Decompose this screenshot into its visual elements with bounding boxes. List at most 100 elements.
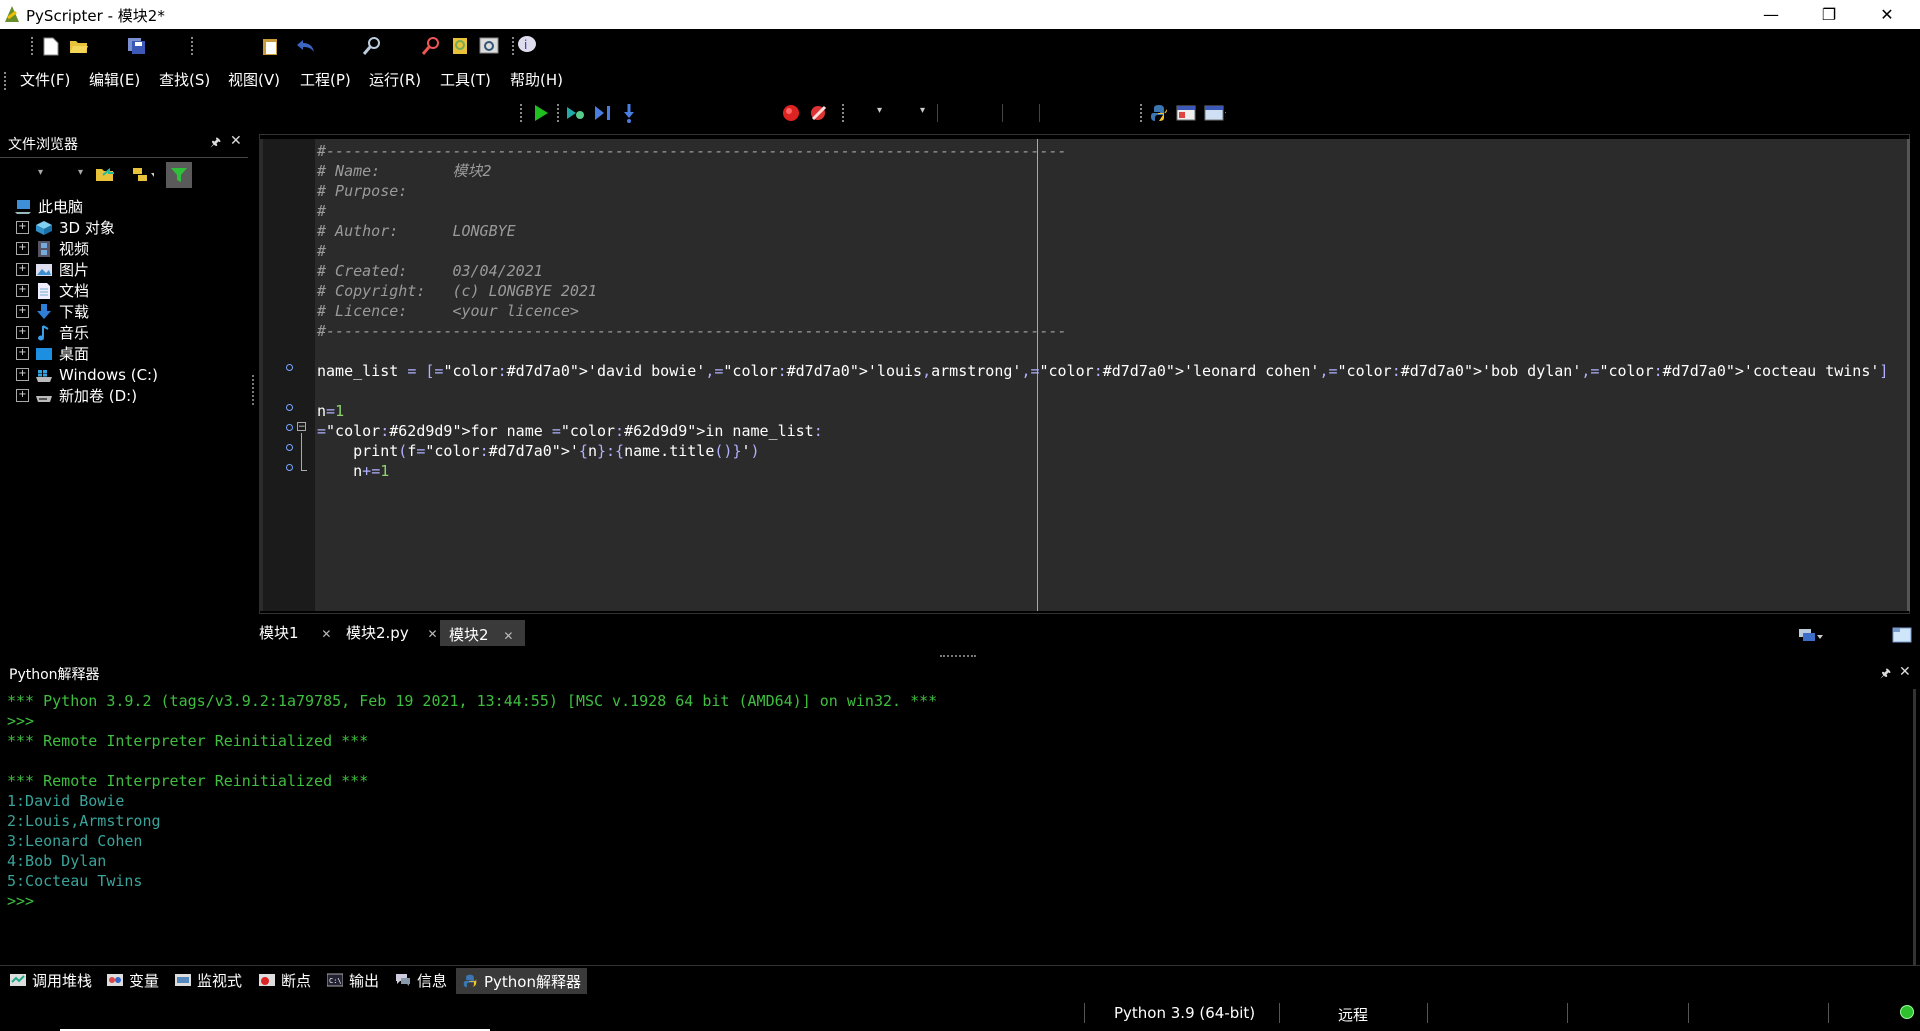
picture-icon (36, 263, 52, 276)
browse-folder-icon[interactable] (94, 163, 116, 185)
layouts-dropdown-icon[interactable] (1204, 102, 1226, 124)
status-divider (1279, 1003, 1280, 1023)
find-icon[interactable] (361, 35, 383, 57)
tree-item-label: 桌面 (59, 345, 90, 363)
status-divider (1084, 1003, 1085, 1023)
tree-root-label: 此电脑 (38, 198, 84, 216)
filter-icon[interactable] (166, 162, 192, 188)
replace-icon[interactable] (449, 35, 471, 57)
interpreter-line: *** Remote Interpreter Reinitialized *** (7, 732, 369, 750)
debug-icon[interactable] (564, 102, 586, 124)
tab-close-icon[interactable]: ✕ (428, 627, 438, 641)
line-marker (286, 444, 293, 451)
chevron-down-icon[interactable]: ▾ (38, 167, 43, 178)
breakpoint-icon[interactable] (780, 102, 802, 124)
expand-icon[interactable]: + (16, 221, 29, 234)
tab-close-icon[interactable]: ✕ (503, 629, 513, 643)
tree-item-pictures[interactable]: + 图片 (16, 259, 89, 280)
tree-item-desktop[interactable]: + 桌面 (16, 343, 89, 364)
menu-project[interactable]: 工程(P) (300, 69, 351, 90)
code-line: # Purpose: (317, 182, 408, 200)
tab-output[interactable]: C:\ 输出 (327, 968, 379, 992)
fold-collapse-icon[interactable]: − (297, 422, 306, 432)
expand-icon[interactable]: + (16, 326, 29, 339)
tree-item-drive-d[interactable]: + 新加卷 (D:) (16, 385, 137, 406)
open-file-icon[interactable] (68, 35, 90, 57)
tree-item-videos[interactable]: + 视频 (16, 238, 89, 259)
menu-help[interactable]: 帮助(H) (510, 69, 563, 90)
horizontal-splitter[interactable] (940, 655, 976, 657)
python-icon[interactable] (1148, 102, 1170, 124)
menu-run[interactable]: 运行(R) (369, 69, 421, 90)
expand-icon[interactable]: + (16, 368, 29, 381)
minimize-button[interactable]: — (1742, 0, 1800, 29)
folder-view-icon[interactable] (132, 163, 154, 185)
menu-edit[interactable]: 编辑(E) (89, 69, 140, 90)
step-into-icon[interactable] (618, 102, 640, 124)
menu-view[interactable]: 视图(V) (228, 69, 280, 90)
tab-call-stack[interactable]: 调用堆栈 (10, 968, 92, 992)
maximize-button[interactable]: ❐ (1800, 0, 1858, 29)
tree-item-drive-c[interactable]: + Windows (C:) (16, 364, 158, 385)
pin-icon[interactable]: 🖈 (210, 133, 221, 154)
tab-messages[interactable]: 信息 (395, 968, 447, 992)
expand-icon[interactable]: + (16, 305, 29, 318)
paste-icon[interactable] (259, 35, 281, 57)
expand-icon[interactable]: + (16, 242, 29, 255)
interpreter-line: 2:Louis,Armstrong (7, 812, 161, 830)
new-file-icon[interactable] (40, 35, 62, 57)
tab-breakpoints[interactable]: 断点 (259, 968, 311, 992)
tab-watches[interactable]: 监视式 (175, 968, 242, 992)
chevron-down-icon[interactable]: ▾ (877, 105, 882, 116)
pin-icon[interactable]: 🖈 (1880, 664, 1891, 685)
editor-tab-module2-active[interactable]: 模块2 ✕ (440, 620, 525, 646)
undo-icon[interactable] (295, 35, 317, 57)
tree-item-label: 文档 (59, 282, 90, 300)
menu-file[interactable]: 文件(F) (20, 69, 70, 90)
panel-divider (0, 157, 248, 158)
close-panel-icon[interactable]: ✕ (1899, 664, 1911, 680)
tree-item-music[interactable]: + 音乐 (16, 322, 89, 343)
vertical-splitter[interactable] (252, 375, 254, 405)
menu-tools[interactable]: 工具(T) (440, 69, 491, 90)
drive-windows-icon (36, 369, 52, 382)
chevron-down-icon[interactable]: ▾ (920, 105, 925, 116)
tab-close-icon[interactable]: ✕ (321, 627, 331, 641)
tree-root-this-pc[interactable]: 此电脑 (14, 196, 83, 217)
close-panel-icon[interactable]: ✕ (230, 133, 242, 149)
layout-icon[interactable] (1175, 102, 1197, 124)
save-all-icon[interactable] (126, 35, 148, 57)
tab-list-dropdown-icon[interactable] (1796, 624, 1826, 646)
tab-python-interpreter[interactable]: Python解释器 (456, 968, 587, 994)
toolbar-separator (512, 37, 514, 55)
python-version-status[interactable]: Python 3.9 (64-bit) (1114, 1004, 1255, 1022)
tree-item-downloads[interactable]: + 下载 (16, 301, 89, 322)
new-tab-folder-icon[interactable] (1891, 624, 1913, 646)
music-note-icon (38, 324, 49, 340)
console-scrollbar[interactable] (1913, 689, 1916, 965)
expand-icon[interactable]: + (16, 347, 29, 360)
expand-icon[interactable]: + (16, 263, 29, 276)
tree-item-3d-objects[interactable]: + 3D 对象 (16, 217, 115, 238)
expand-icon[interactable]: + (16, 284, 29, 297)
tree-item-documents[interactable]: + 文档 (16, 280, 89, 301)
toolbar-separator (557, 104, 559, 122)
editor-tab-module1[interactable]: 模块1 ✕ (259, 622, 331, 643)
engine-mode-status[interactable]: 远程 (1338, 1004, 1368, 1025)
code-line: # (317, 242, 327, 260)
editor-tab-module2-py[interactable]: 模块2.py ✕ (346, 622, 438, 643)
menu-search[interactable]: 查找(S) (159, 69, 210, 90)
zoom-icon[interactable] (478, 35, 500, 57)
run-to-cursor-icon[interactable] (592, 102, 614, 124)
film-icon (38, 240, 50, 257)
help-icon[interactable]: i (516, 34, 538, 56)
clear-breakpoints-icon[interactable] (808, 102, 830, 124)
chevron-down-icon[interactable]: ▾ (78, 167, 83, 178)
find-in-files-icon[interactable] (420, 35, 442, 57)
run-icon[interactable] (530, 102, 552, 124)
tree-item-label: 图片 (59, 261, 90, 279)
expand-icon[interactable]: + (16, 389, 29, 402)
tab-variables[interactable]: 变量 (107, 968, 159, 992)
close-window-button[interactable]: ✕ (1858, 0, 1916, 29)
editor-scrollbar[interactable] (1907, 139, 1910, 611)
